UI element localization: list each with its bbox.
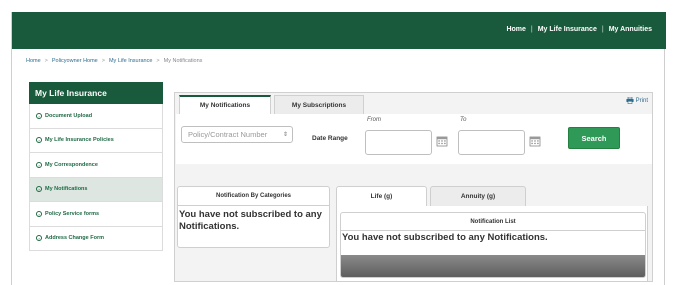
tab-my-subscriptions[interactable]: My Subscriptions xyxy=(274,95,364,114)
filter-area: Policy/Contract Number ⇕ Date Range From… xyxy=(176,114,652,164)
page-frame: Home | My Life Insurance | My Annuities … xyxy=(11,12,666,285)
nav-my-life-insurance-link[interactable]: My Life Insurance xyxy=(538,26,597,33)
sidebar-item-label: My Correspondence xyxy=(45,161,98,168)
sidebar-item-my-correspondence[interactable]: › My Correspondence xyxy=(29,153,163,178)
notification-list: Notification List You have not subscribe… xyxy=(340,212,646,278)
from-date-input[interactable] xyxy=(365,130,432,155)
notifications-panel: My Notifications My Subscriptions Print … xyxy=(174,92,653,282)
sidebar-item-label: My Life Insurance Policies xyxy=(45,137,114,144)
print-link[interactable]: Print xyxy=(626,97,648,104)
nav-my-annuities-link[interactable]: My Annuities xyxy=(609,26,652,33)
select-arrows-icon: ⇕ xyxy=(282,132,288,138)
breadcrumb-current: My Notifications xyxy=(163,58,203,64)
date-range-label: Date Range xyxy=(312,135,348,142)
chevron-circle-icon: › xyxy=(36,112,42,119)
sidebar-item-document-upload[interactable]: › Document Upload xyxy=(29,104,163,129)
sidebar-item-label: Address Change Form xyxy=(45,235,104,242)
from-label: From xyxy=(367,117,381,123)
print-label: Print xyxy=(635,97,648,104)
search-button[interactable]: Search xyxy=(568,127,620,149)
tab-annuity[interactable]: Annuity (g) xyxy=(430,186,526,206)
policy-contract-placeholder: Policy/Contract Number xyxy=(188,130,268,139)
categories-empty-message: You have not subscribed to any Notificat… xyxy=(179,209,322,232)
printer-icon xyxy=(626,97,634,104)
breadcrumb-separator: > xyxy=(156,58,160,64)
product-tabs: Life (g) Annuity (g) xyxy=(336,186,529,206)
notification-empty-message: You have not subscribed to any Notificat… xyxy=(342,232,548,243)
categories-box: Notification By Categories You have not … xyxy=(177,186,330,248)
notification-list-title: Notification List xyxy=(341,213,645,231)
notification-area: Notification List You have not subscribe… xyxy=(336,206,648,282)
chevron-circle-icon: › xyxy=(36,235,42,242)
nav-separator: | xyxy=(601,26,604,33)
chevron-circle-icon: › xyxy=(36,186,42,193)
top-bar: Home | My Life Insurance | My Annuities xyxy=(12,12,666,49)
top-nav: Home | My Life Insurance | My Annuities xyxy=(506,26,652,33)
to-label: To xyxy=(460,117,467,123)
sidebar-item-my-life-insurance-policies[interactable]: › My Life Insurance Policies xyxy=(29,128,163,153)
sidebar-item-label: Policy Service forms xyxy=(45,210,100,217)
sidebar-item-my-notifications[interactable]: › My Notifications xyxy=(29,177,163,202)
chevron-circle-icon: › xyxy=(36,161,42,168)
main-tabs: My Notifications My Subscriptions xyxy=(179,95,367,114)
sidebar-item-label: Document Upload xyxy=(45,112,93,119)
categories-title: Notification By Categories xyxy=(178,187,329,206)
breadcrumb-my-life-insurance[interactable]: My Life Insurance xyxy=(109,58,152,64)
to-date-input[interactable] xyxy=(458,130,525,155)
breadcrumb-separator: > xyxy=(44,58,48,64)
tab-life[interactable]: Life (g) xyxy=(336,186,427,206)
sidebar-item-label: My Notifications xyxy=(45,186,88,193)
sidebar: My Life Insurance › Document Upload › My… xyxy=(29,82,163,251)
chevron-circle-icon: › xyxy=(36,210,42,217)
sidebar-item-policy-service-forms[interactable]: › Policy Service forms xyxy=(29,202,163,227)
nav-home-link[interactable]: Home xyxy=(506,26,525,33)
chevron-circle-icon: › xyxy=(36,137,42,144)
breadcrumb-home[interactable]: Home xyxy=(26,58,41,64)
tab-my-notifications[interactable]: My Notifications xyxy=(179,95,271,114)
calendar-icon[interactable] xyxy=(436,135,448,147)
notification-list-footer xyxy=(341,255,645,277)
breadcrumb: Home > Policyowner Home > My Life Insura… xyxy=(26,58,202,64)
breadcrumb-policyowner-home[interactable]: Policyowner Home xyxy=(52,58,98,64)
sidebar-title: My Life Insurance xyxy=(29,82,163,104)
calendar-icon[interactable] xyxy=(529,135,541,147)
policy-contract-select[interactable]: Policy/Contract Number ⇕ xyxy=(181,126,293,143)
nav-separator: | xyxy=(530,26,533,33)
sidebar-item-address-change-form[interactable]: › Address Change Form xyxy=(29,226,163,251)
breadcrumb-separator: > xyxy=(101,58,105,64)
